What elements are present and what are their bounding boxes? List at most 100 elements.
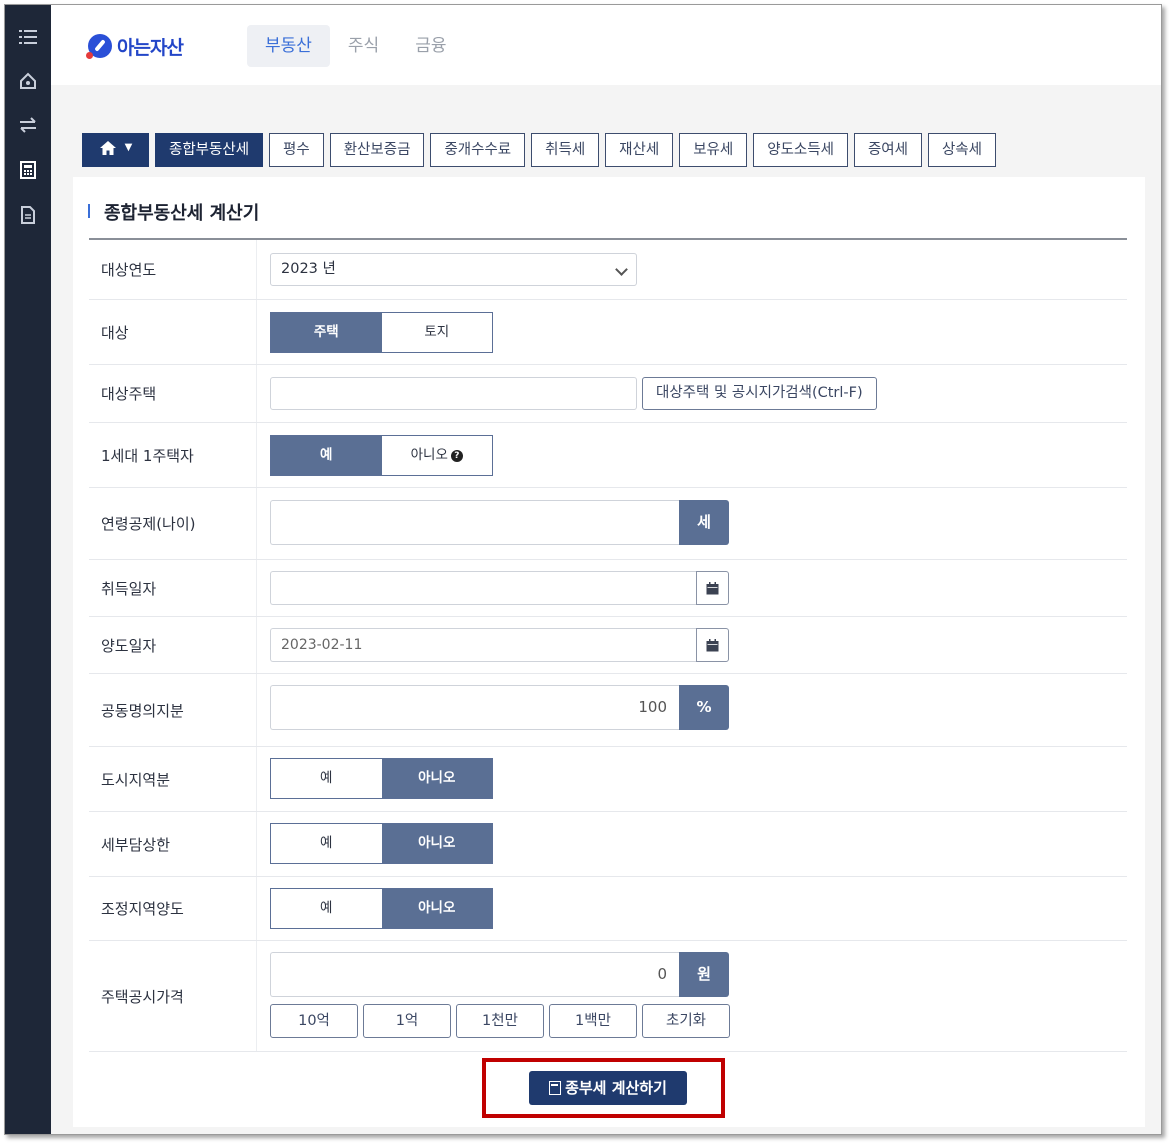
year-value: 2023 년 [281,261,336,277]
tab-real-estate[interactable]: 부동산 [247,25,330,67]
quick-add-100m-button[interactable]: 1억 [363,1004,451,1038]
tax-cap-yes[interactable]: 예 [271,824,382,863]
target-option-land[interactable]: 토지 [381,313,492,352]
reset-button[interactable]: 초기화 [642,1004,730,1038]
acquired-date-input[interactable] [270,571,696,605]
quick-add-10m-button[interactable]: 1천만 [456,1004,544,1038]
home-dropdown-button[interactable]: ▼ [82,133,149,167]
single-owner-toggle: 예 아니오? [270,435,493,476]
urban-label: 도시지역분 [89,747,257,811]
tab-finance[interactable]: 금융 [397,25,464,67]
single-owner-no-label: 아니오 [410,447,448,463]
price-input[interactable]: 0 [270,952,679,997]
menu-icon[interactable] [18,27,38,47]
tab-property-tax[interactable]: 재산세 [605,133,674,167]
row-age: 연령공제(나이) 세 [89,488,1127,560]
row-acquired: 취득일자 [89,560,1127,617]
calculate-highlight: 종부세 계산하기 [482,1058,725,1118]
price-input-group: 0 원 [270,952,730,997]
adjusted-label: 조정지역양도 [89,877,257,940]
row-share: 공동명의지분 100 % [89,674,1127,747]
tab-comprehensive-tax[interactable]: 종합부동산세 [155,133,264,167]
quick-add-1b-button[interactable]: 10억 [270,1004,358,1038]
tab-gift-tax[interactable]: 증여세 [853,133,922,167]
tab-converted-deposit[interactable]: 환산보증금 [329,133,425,167]
acquired-date-group [270,571,729,605]
quick-add-1m-button[interactable]: 1백만 [549,1004,637,1038]
target-option-house[interactable]: 주택 [271,313,382,352]
transfer-label: 양도일자 [89,617,257,673]
row-house: 대상주택 대상주택 및 공시지가검색(Ctrl-F) [89,365,1127,423]
urban-toggle: 예 아니오 [270,758,493,799]
row-adjusted: 조정지역양도 예 아니오 [89,877,1127,941]
age-unit: 세 [679,500,729,545]
brand-logo[interactable]: 아는자산 [86,31,184,61]
age-input[interactable] [270,500,679,545]
calculator-card: 종합부동산세 계산기 대상연도 2023 년 대상 주택 토지 대상주택 대상주… [73,177,1145,1127]
share-unit: % [679,685,729,730]
tax-cap-label: 세부담상한 [89,812,257,876]
price-label: 주택공시가격 [89,941,257,1051]
calculate-button[interactable]: 종부세 계산하기 [529,1071,687,1105]
calendar-icon[interactable] [696,571,729,605]
share-input[interactable]: 100 [270,685,679,730]
house-search-button[interactable]: 대상주택 및 공시지가검색(Ctrl-F) [642,377,877,410]
single-owner-yes[interactable]: 예 [271,436,382,475]
age-input-group: 세 [270,500,729,545]
main-tabs: 부동산 주식 금융 [247,25,464,67]
row-year: 대상연도 2023 년 [89,240,1127,300]
app-window: 아는자산 부동산 주식 금융 ▼ 종합부동산세 평수 환산보증금 중개수수료 취… [4,4,1162,1135]
row-urban: 도시지역분 예 아니오 [89,747,1127,812]
home-icon[interactable] [18,71,38,91]
urban-no[interactable]: 아니오 [381,759,492,798]
calculator-tabs: ▼ 종합부동산세 평수 환산보증금 중개수수료 취득세 재산세 보유세 양도소득… [82,133,996,167]
adjusted-yes[interactable]: 예 [271,889,382,928]
transfer-icon[interactable] [18,115,38,135]
tab-acquisition-tax[interactable]: 취득세 [531,133,600,167]
row-target: 대상 주택 토지 [89,300,1127,365]
row-price: 주택공시가격 0 원 10억 1억 1천만 1백만 초기화 [89,941,1127,1052]
adjusted-toggle: 예 아니오 [270,888,493,929]
transfer-date-input[interactable]: 2023-02-11 [270,628,696,662]
tab-pyeong[interactable]: 평수 [269,133,324,167]
acquired-label: 취득일자 [89,560,257,616]
urban-yes[interactable]: 예 [271,759,382,798]
calculator-icon [549,1081,562,1095]
top-navigation: 아는자산 부동산 주식 금융 [51,5,1161,85]
tax-cap-no[interactable]: 아니오 [381,824,492,863]
single-owner-no[interactable]: 아니오? [381,436,492,475]
row-tax-cap: 세부담상한 예 아니오 [89,812,1127,877]
tab-inheritance-tax[interactable]: 상속세 [927,133,996,167]
help-icon[interactable]: ? [450,450,463,462]
target-label: 대상 [89,300,257,364]
single-owner-label: 1세대 1주택자 [89,423,257,487]
calculate-button-label: 종부세 계산하기 [565,1079,667,1097]
tab-holding-tax[interactable]: 보유세 [679,133,748,167]
calendar-icon[interactable] [696,628,729,662]
calculator-icon[interactable] [18,160,38,180]
sidebar-rail [5,5,51,1134]
transfer-date-group: 2023-02-11 [270,628,729,662]
share-input-group: 100 % [270,685,729,730]
share-label: 공동명의지분 [89,674,257,746]
home-icon [99,141,116,155]
target-toggle: 주택 토지 [270,312,493,353]
tab-brokerage-fee[interactable]: 중개수수료 [430,133,526,167]
tab-stock[interactable]: 주식 [330,25,397,67]
year-label: 대상연도 [89,240,257,299]
year-select[interactable]: 2023 년 [270,253,637,286]
row-transfer: 양도일자 2023-02-11 [89,617,1127,674]
age-label: 연령공제(나이) [89,488,257,559]
house-input[interactable] [270,377,637,410]
page-title: 종합부동산세 계산기 [88,199,259,225]
brand-name: 아는자산 [117,36,184,59]
tax-cap-toggle: 예 아니오 [270,823,493,864]
price-unit: 원 [679,952,729,997]
row-single-owner: 1세대 1주택자 예 아니오? [89,423,1127,488]
chevron-down-icon [615,263,628,276]
caret-down-icon: ▼ [124,142,133,153]
tab-capital-gains-tax[interactable]: 양도소득세 [753,133,848,167]
logo-mark-icon [86,34,112,59]
adjusted-no[interactable]: 아니오 [381,889,492,928]
document-icon[interactable] [18,205,38,225]
